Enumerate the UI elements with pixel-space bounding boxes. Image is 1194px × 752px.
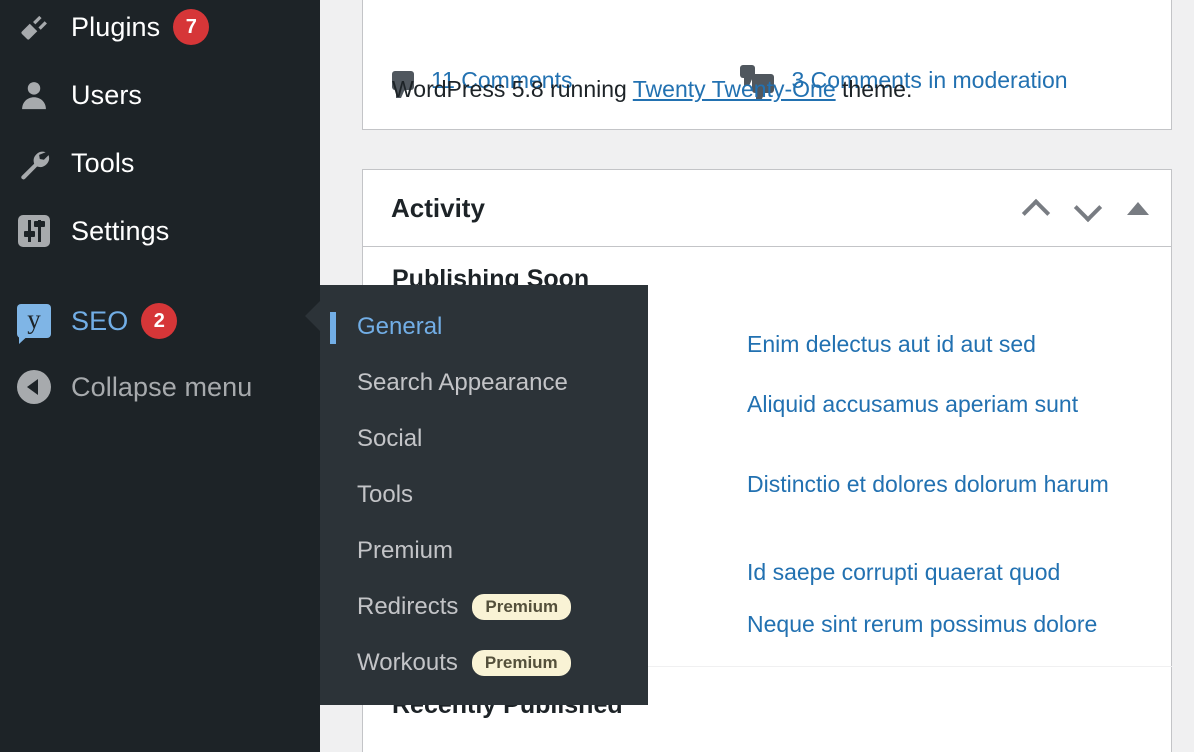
wrench-icon (14, 146, 54, 180)
at-a-glance-panel: 11 Comments 3 Comments in moderation Wor… (362, 0, 1172, 130)
activity-panel-header: Activity (363, 170, 1171, 247)
sidebar-item-label: Plugins (71, 11, 161, 42)
chevron-down-icon[interactable] (1075, 196, 1101, 222)
triangle-up-icon[interactable] (1127, 202, 1149, 215)
sidebar-item-label: Users (71, 79, 143, 110)
sidebar-item-collapse-menu[interactable]: Collapse menu (0, 353, 320, 421)
current-item-indicator (330, 312, 336, 344)
submenu-item-label: Redirects (357, 593, 459, 620)
sidebar-item-tools[interactable]: Tools (0, 129, 320, 197)
collapse-arrow-icon (14, 370, 54, 404)
activity-title: Activity (391, 192, 485, 223)
admin-sidebar: Plugins 7 Users Tools Settings y SEO 2 C… (0, 0, 320, 752)
submenu-item-premium[interactable]: Premium (320, 523, 648, 579)
submenu-item-redirects[interactable]: Redirects Premium (320, 579, 648, 635)
post-link[interactable]: Enim delectus aut id aut sed (747, 331, 1036, 358)
premium-badge: Premium (472, 594, 572, 620)
activity-panel-controls (1023, 170, 1149, 247)
sidebar-item-users[interactable]: Users (0, 61, 320, 129)
sliders-icon (14, 215, 54, 247)
sidebar-item-plugins[interactable]: Plugins 7 (0, 0, 320, 61)
submenu-item-workouts[interactable]: Workouts Premium (320, 635, 648, 691)
premium-badge: Premium (471, 650, 571, 676)
wordpress-admin-screen: 11 Comments 3 Comments in moderation Wor… (0, 0, 1194, 752)
submenu-item-label: Premium (357, 537, 454, 564)
sidebar-item-settings[interactable]: Settings (0, 197, 320, 265)
plug-icon (14, 10, 54, 44)
submenu-item-label: Search Appearance (357, 369, 568, 396)
yoast-icon: y (14, 304, 54, 344)
submenu-item-social[interactable]: Social (320, 411, 648, 467)
seo-badge-count: 2 (141, 303, 178, 339)
submenu-item-label: Tools (357, 481, 414, 508)
seo-submenu-flyout: General Search Appearance Social Tools P… (320, 285, 648, 705)
sidebar-item-label: SEO (71, 305, 129, 336)
sidebar-item-label: Settings (71, 215, 170, 246)
submenu-item-label: Social (357, 425, 423, 452)
sidebar-item-label: Tools (71, 147, 135, 178)
submenu-item-search-appearance[interactable]: Search Appearance (320, 355, 648, 411)
submenu-item-label: Workouts (357, 649, 458, 676)
submenu-item-general[interactable]: General (320, 299, 648, 355)
user-icon (14, 78, 54, 112)
sidebar-item-label: Collapse menu (71, 371, 253, 402)
version-prefix: WordPress 5.8 running (392, 76, 633, 102)
chevron-up-icon[interactable] (1023, 196, 1049, 222)
version-suffix: theme. (835, 76, 913, 102)
post-link[interactable]: Distinctio et dolores dolorum harum (747, 471, 1109, 498)
wp-version-line: WordPress 5.8 running Twenty Twenty-One … (392, 76, 912, 103)
post-link[interactable]: Id saepe corrupti quaerat quod (747, 559, 1060, 586)
plugins-badge-count: 7 (173, 9, 210, 45)
submenu-item-label: General (357, 313, 443, 340)
theme-link[interactable]: Twenty Twenty-One (633, 76, 836, 102)
post-link[interactable]: Neque sint rerum possimus dolore (747, 611, 1097, 638)
post-link[interactable]: Aliquid accusamus aperiam sunt (747, 391, 1078, 418)
sidebar-item-seo[interactable]: y SEO 2 (0, 287, 320, 355)
submenu-item-tools[interactable]: Tools (320, 467, 648, 523)
